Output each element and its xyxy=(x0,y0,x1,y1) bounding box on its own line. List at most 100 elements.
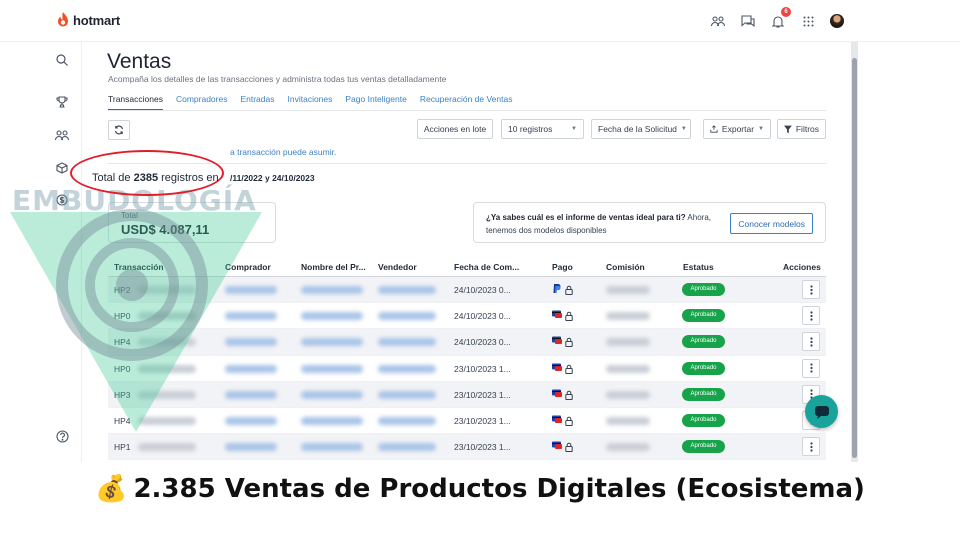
lock-icon xyxy=(565,338,573,348)
kebab-menu-icon xyxy=(809,337,813,347)
page-subtitle: Acompaña los detalles de las transaccion… xyxy=(108,74,447,84)
table-row[interactable]: HP4 23/10/2023 1... Aprobado xyxy=(108,408,826,435)
table-row[interactable]: HP4 24/10/2023 0... Aprobado xyxy=(108,329,826,356)
redacted-value xyxy=(225,312,277,321)
promo-question: ¿Ya sabes cuál es el informe de ventas i… xyxy=(486,213,686,222)
table-row[interactable]: HP1 23/10/2023 1... Aprobado xyxy=(108,434,826,461)
row-actions-button[interactable] xyxy=(802,280,820,299)
trophy-icon[interactable] xyxy=(54,94,70,110)
help-icon[interactable] xyxy=(54,428,70,444)
date-filter-value: Fecha de la Solicitud xyxy=(598,124,677,134)
page-title: Ventas xyxy=(107,50,172,73)
redacted-value xyxy=(225,390,277,399)
transaction-id[interactable]: HP4 xyxy=(114,337,131,347)
col-date[interactable]: Fecha de Com... xyxy=(454,262,519,272)
credit-card-icon xyxy=(552,336,562,345)
transaction-id[interactable]: HP3 xyxy=(114,390,131,400)
section-divider xyxy=(108,163,826,164)
redacted-value xyxy=(138,390,196,399)
date-filter-select[interactable]: Fecha de la Solicitud ▼ xyxy=(591,119,691,139)
dollar-sales-icon[interactable] xyxy=(54,192,70,208)
transaction-id[interactable]: HP4 xyxy=(114,416,131,426)
sidebar xyxy=(42,42,82,462)
money-bag-icon: 💰 xyxy=(95,474,128,504)
tab-invitaciones[interactable]: Invitaciones xyxy=(288,94,333,111)
redacted-value xyxy=(301,416,363,425)
table-body: HP2 24/10/2023 0... Aprobado HP0 24/10/2023 … xyxy=(108,277,826,461)
tab-compradores[interactable]: Compradores xyxy=(176,94,228,111)
promo-text: ¿Ya sabes cuál es el informe de ventas i… xyxy=(486,211,726,237)
col-seller[interactable]: Vendedor xyxy=(378,262,417,272)
transaction-id[interactable]: HP0 xyxy=(114,311,131,321)
support-chat-button[interactable] xyxy=(805,395,838,428)
report-promo-card: ¿Ya sabes cuál es el informe de ventas i… xyxy=(473,202,826,243)
credit-card-icon xyxy=(552,363,562,371)
chevron-down-icon: ▼ xyxy=(758,126,764,132)
date-range: /11/2022 y 24/10/2023 xyxy=(230,173,315,183)
lock-icon xyxy=(565,442,573,453)
transaction-id[interactable]: HP1 xyxy=(114,442,131,452)
apps-grid-icon[interactable] xyxy=(800,13,816,29)
col-payment[interactable]: Pago xyxy=(552,262,573,272)
row-actions-button[interactable] xyxy=(802,437,820,457)
user-avatar[interactable] xyxy=(830,14,844,28)
scrollbar-thumb[interactable] xyxy=(852,58,857,458)
refresh-button[interactable] xyxy=(108,120,130,140)
table-row[interactable]: HP2 24/10/2023 0... Aprobado xyxy=(108,277,826,304)
table-row[interactable]: HP0 24/10/2023 0... Aprobado xyxy=(108,303,826,330)
info-link[interactable]: a transacción puede asumir. xyxy=(230,147,336,157)
filters-label: Filtros xyxy=(795,124,819,134)
know-models-button[interactable]: Conocer modelos xyxy=(730,213,813,234)
row-actions-button[interactable] xyxy=(802,358,820,378)
lock-icon xyxy=(565,311,573,322)
caption: 💰 2.385 Ventas de Productos Digitales (Ec… xyxy=(0,474,960,504)
row-actions-button[interactable] xyxy=(802,332,820,352)
table-row[interactable]: HP0 23/10/2023 1... Aprobado xyxy=(108,356,826,382)
tab-entradas[interactable]: Entradas xyxy=(240,94,274,111)
kebab-menu-icon xyxy=(809,311,813,321)
credit-card-icon xyxy=(552,389,562,397)
col-actions: Acciones xyxy=(783,262,821,272)
hotmart-logo[interactable]: hotmart xyxy=(56,12,120,28)
status-badge: Aprobado xyxy=(682,413,725,427)
chat-bubbles-icon[interactable] xyxy=(740,13,756,29)
chevron-down-icon: ▼ xyxy=(571,126,577,132)
page-scrollbar[interactable] xyxy=(851,42,858,462)
batch-actions-button[interactable]: Acciones en lote xyxy=(417,119,493,139)
chevron-down-icon: ▼ xyxy=(680,126,687,132)
table-row[interactable]: HP3 23/10/2023 1... Aprobado xyxy=(108,381,826,408)
status-badge: Aprobado xyxy=(682,283,725,296)
filters-button[interactable]: Filtros xyxy=(777,119,826,139)
purchase-date: 23/10/2023 1... xyxy=(454,442,511,453)
redacted-value xyxy=(378,390,436,399)
redacted-value xyxy=(225,338,277,347)
redacted-value xyxy=(606,390,650,399)
export-button[interactable]: Exportar ▼ xyxy=(703,119,771,139)
col-status[interactable]: Estatus xyxy=(683,262,714,272)
export-label: Exportar xyxy=(721,124,755,134)
status-badge: Aprobado xyxy=(682,440,725,454)
status-badge: Aprobado xyxy=(682,335,725,349)
redacted-value xyxy=(378,364,436,373)
col-buyer[interactable]: Comprador xyxy=(225,262,271,272)
search-icon[interactable] xyxy=(54,52,70,68)
records-per-page-select[interactable]: 10 registros ▼ xyxy=(501,119,584,139)
col-commission[interactable]: Comisión xyxy=(606,262,645,272)
purchase-date: 23/10/2023 1... xyxy=(454,363,511,374)
transaction-id[interactable]: HP2 xyxy=(114,285,131,295)
tab-pago-inteligente[interactable]: Pago Inteligente xyxy=(345,94,406,111)
product-box-icon[interactable] xyxy=(54,160,70,176)
transaction-id[interactable]: HP0 xyxy=(114,364,131,374)
redacted-value xyxy=(606,312,650,321)
purchase-date: 24/10/2023 0... xyxy=(454,311,511,322)
tab-recuperacion-ventas[interactable]: Recuperación de Ventas xyxy=(420,94,513,111)
notifications-bell-icon[interactable]: 6 xyxy=(770,7,791,29)
users-icon[interactable] xyxy=(54,127,70,143)
col-transaction[interactable]: Transacción xyxy=(114,262,164,272)
total-card-label: Total xyxy=(121,211,138,220)
tab-transacciones[interactable]: Transacciones xyxy=(108,94,163,111)
community-icon[interactable] xyxy=(710,13,726,29)
kebab-menu-icon xyxy=(809,284,813,295)
col-product[interactable]: Nombre del Pr... xyxy=(301,262,366,272)
row-actions-button[interactable] xyxy=(802,306,820,326)
